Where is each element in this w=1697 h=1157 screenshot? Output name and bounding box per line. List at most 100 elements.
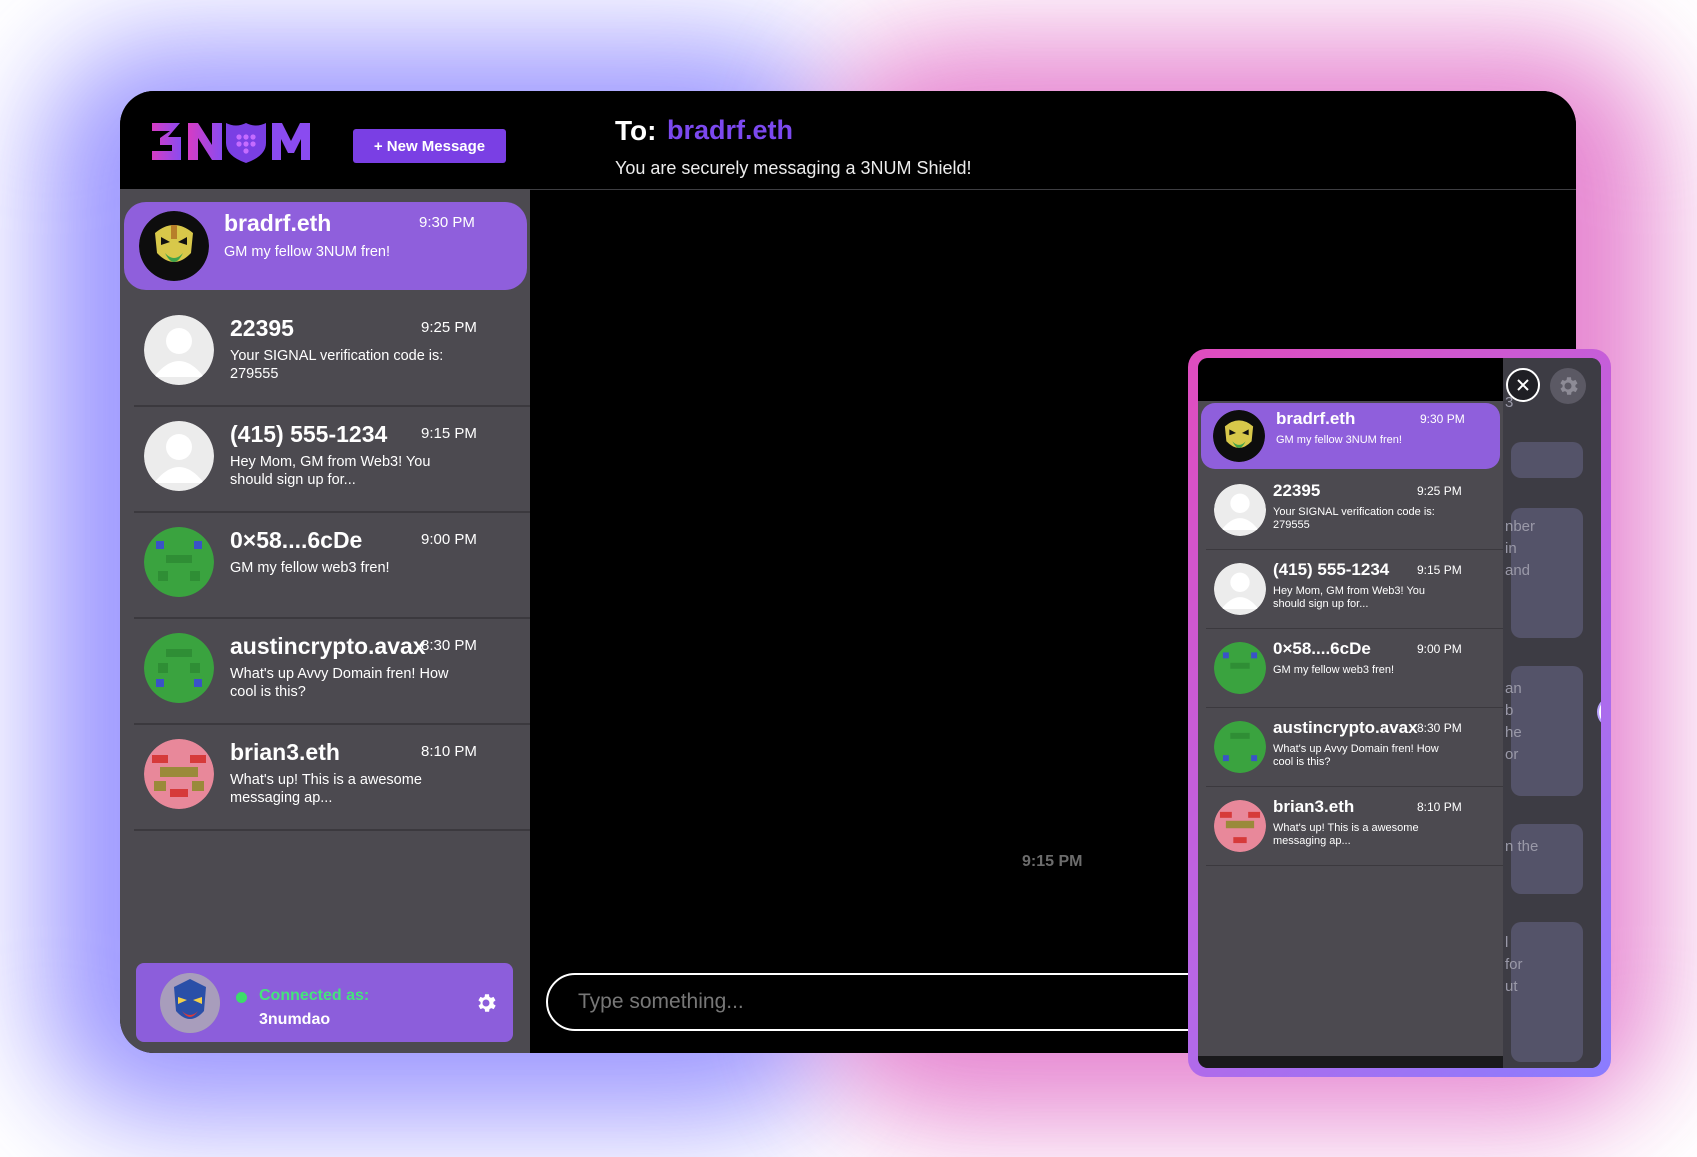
conversation-name: brian3.eth bbox=[1273, 797, 1355, 816]
background-bubble: an b he or bbox=[1505, 666, 1583, 796]
pink-pixel-icon bbox=[1214, 800, 1266, 852]
recipient-name[interactable]: bradrf.eth bbox=[667, 115, 793, 146]
conversation-time: 8:30 PM bbox=[1417, 721, 1462, 735]
conversation-name: 22395 bbox=[1273, 481, 1321, 500]
conversation-preview: Your SIGNAL verification code is: 279555 bbox=[1273, 506, 1435, 531]
app-logo bbox=[152, 123, 310, 163]
default-user-icon bbox=[144, 315, 214, 385]
conversation-item-phone[interactable]: (415) 555-1234 9:15 PM Hey Mom, GM from … bbox=[1206, 550, 1503, 629]
conversation-name: bradrf.eth bbox=[1276, 409, 1356, 428]
background-text: b bbox=[1505, 702, 1514, 719]
conversation-time: 9:15 PM bbox=[421, 425, 477, 442]
default-user-icon bbox=[144, 421, 214, 491]
conversation-item-bradrf[interactable]: bradrf.eth 9:30 PM GM my fellow 3NUM fre… bbox=[124, 202, 527, 290]
message-timestamp: 9:15 PM bbox=[1022, 853, 1083, 870]
divider bbox=[1206, 865, 1503, 866]
conversation-time: 9:00 PM bbox=[421, 531, 477, 548]
new-message-button[interactable]: + New Message bbox=[353, 129, 506, 163]
conversation-time: 9:15 PM bbox=[1417, 563, 1462, 577]
conversation-time: 8:10 PM bbox=[421, 743, 477, 760]
default-user-icon bbox=[1214, 563, 1266, 615]
divider bbox=[134, 829, 530, 831]
close-icon[interactable] bbox=[1506, 368, 1540, 402]
conversation-item-austincrypto[interactable]: austincrypto.avax 8:30 PM What's up Avvy… bbox=[1206, 708, 1503, 787]
mask-icon bbox=[139, 211, 209, 281]
pink-pixel-icon bbox=[144, 739, 214, 809]
conversation-item-22395[interactable]: 22395 9:25 PM Your SIGNAL verification c… bbox=[1206, 471, 1503, 550]
mobile-overlay-window: 3 nber in and an b he or n the l for ut bbox=[1188, 349, 1611, 1077]
conversation-preview: What's up! This is a awesome messaging a… bbox=[1273, 822, 1419, 847]
conversation-item-address[interactable]: 0×58....6cDe 9:00 PM GM my fellow web3 f… bbox=[1206, 629, 1503, 708]
conversation-preview: What's up Avvy Domain fren! How cool is … bbox=[1273, 743, 1439, 768]
background-bubble: l for ut bbox=[1505, 922, 1583, 1062]
sidebar: + New Message bradrf.eth 9:30 PM GM my f… bbox=[120, 91, 531, 1053]
background-text: nber bbox=[1505, 518, 1536, 535]
background-text: an bbox=[1505, 680, 1522, 697]
conversation-time: 9:30 PM bbox=[1420, 412, 1465, 426]
conversation-time: 9:30 PM bbox=[419, 214, 475, 231]
background-text: ut bbox=[1505, 978, 1518, 995]
green-pixel-icon bbox=[1214, 642, 1266, 694]
conversation-time: 9:25 PM bbox=[1417, 484, 1462, 498]
background-text: n the bbox=[1505, 838, 1539, 855]
background-text: for bbox=[1505, 956, 1523, 973]
conversation-name: (415) 555-1234 bbox=[1273, 560, 1390, 579]
conversation-name: 22395 bbox=[230, 315, 294, 341]
conversation-preview: GM my fellow web3 fren! bbox=[1273, 664, 1395, 676]
green-pixel-icon bbox=[144, 633, 214, 703]
background-bubble: n the bbox=[1505, 824, 1583, 894]
sidebar-header: + New Message bbox=[120, 91, 531, 189]
conversation-preview: What's up Avvy Domain fren! How cool is … bbox=[230, 666, 449, 700]
overlay-footer-bar bbox=[1198, 1056, 1503, 1068]
conversation-name: 0×58....6cDe bbox=[1273, 639, 1371, 658]
conversation-name: (415) 555-1234 bbox=[230, 421, 388, 447]
gear-icon[interactable] bbox=[1550, 368, 1586, 404]
conversation-item-brian3[interactable]: brian3.eth 8:10 PM What's up! This is a … bbox=[1206, 787, 1503, 866]
conversation-item-address[interactable]: 0×58....6cDe 9:00 PM GM my fellow web3 f… bbox=[134, 513, 530, 619]
background-text: l bbox=[1505, 934, 1509, 951]
mask-icon bbox=[1213, 410, 1265, 462]
overlay-conversation-panel: bradrf.eth 9:30 PM GM my fellow 3NUM fre… bbox=[1198, 358, 1503, 1068]
conversation-preview: GM my fellow web3 fren! bbox=[230, 560, 390, 576]
conversation-item-22395[interactable]: 22395 9:25 PM Your SIGNAL verification c… bbox=[134, 301, 530, 407]
conversation-time: 8:10 PM bbox=[1417, 800, 1462, 814]
conversation-item-brian3[interactable]: brian3.eth 8:10 PM What's up! This is a … bbox=[134, 725, 530, 831]
green-pixel-icon bbox=[1214, 721, 1266, 773]
gear-icon[interactable] bbox=[474, 991, 498, 1015]
conversation-name: austincrypto.avax bbox=[1273, 718, 1418, 737]
secure-subtitle: You are securely messaging a 3NUM Shield… bbox=[615, 158, 972, 178]
green-pixel-icon bbox=[144, 527, 214, 597]
conversation-time: 9:00 PM bbox=[1417, 642, 1462, 656]
conversation-preview: Hey Mom, GM from Web3! You should sign u… bbox=[1273, 585, 1426, 610]
conversation-name: austincrypto.avax bbox=[230, 633, 426, 659]
conversation-preview: Hey Mom, GM from Web3! You should sign u… bbox=[230, 454, 431, 488]
background-text: and bbox=[1505, 562, 1531, 579]
conversation-time: 9:25 PM bbox=[421, 319, 477, 336]
conversation-name: bradrf.eth bbox=[224, 210, 332, 236]
background-text: he bbox=[1505, 724, 1522, 741]
connected-label: Connected as: bbox=[259, 987, 370, 1004]
connected-username: 3numdao bbox=[259, 1011, 331, 1028]
conversation-preview: GM my fellow 3NUM fren! bbox=[224, 244, 390, 260]
conversation-preview: Your SIGNAL verification code is: 279555 bbox=[230, 348, 444, 382]
conversation-item-phone[interactable]: (415) 555-1234 9:15 PM Hey Mom, GM from … bbox=[134, 407, 530, 513]
online-status-dot bbox=[236, 992, 247, 1003]
message-input[interactable] bbox=[546, 973, 1246, 1031]
conversation-item-bradrf[interactable]: bradrf.eth 9:30 PM GM my fellow 3NUM fre… bbox=[1201, 403, 1500, 469]
overlay-background-chat: 3 nber in and an b he or n the l for ut bbox=[1503, 358, 1601, 1068]
conversation-item-austincrypto[interactable]: austincrypto.avax 8:30 PM What's up Avvy… bbox=[134, 619, 530, 725]
connected-account-bar: Connected as: 3numdao bbox=[136, 963, 513, 1042]
background-bubble bbox=[1511, 442, 1583, 478]
overlay-header bbox=[1198, 358, 1503, 401]
conversation-name: 0×58....6cDe bbox=[230, 527, 363, 553]
overlay-inner: 3 nber in and an b he or n the l for ut bbox=[1198, 358, 1601, 1068]
background-text: or bbox=[1505, 746, 1519, 763]
background-bubble: nber in and bbox=[1505, 508, 1583, 638]
to-label: To: bbox=[615, 115, 657, 146]
user-avatar bbox=[160, 973, 220, 1033]
default-user-icon bbox=[1214, 484, 1266, 536]
background-text: in bbox=[1505, 540, 1517, 557]
conversation-preview: GM my fellow 3NUM fren! bbox=[1276, 434, 1402, 446]
conversation-name: brian3.eth bbox=[230, 739, 340, 765]
conversation-preview: What's up! This is a awesome messaging a… bbox=[230, 772, 422, 806]
